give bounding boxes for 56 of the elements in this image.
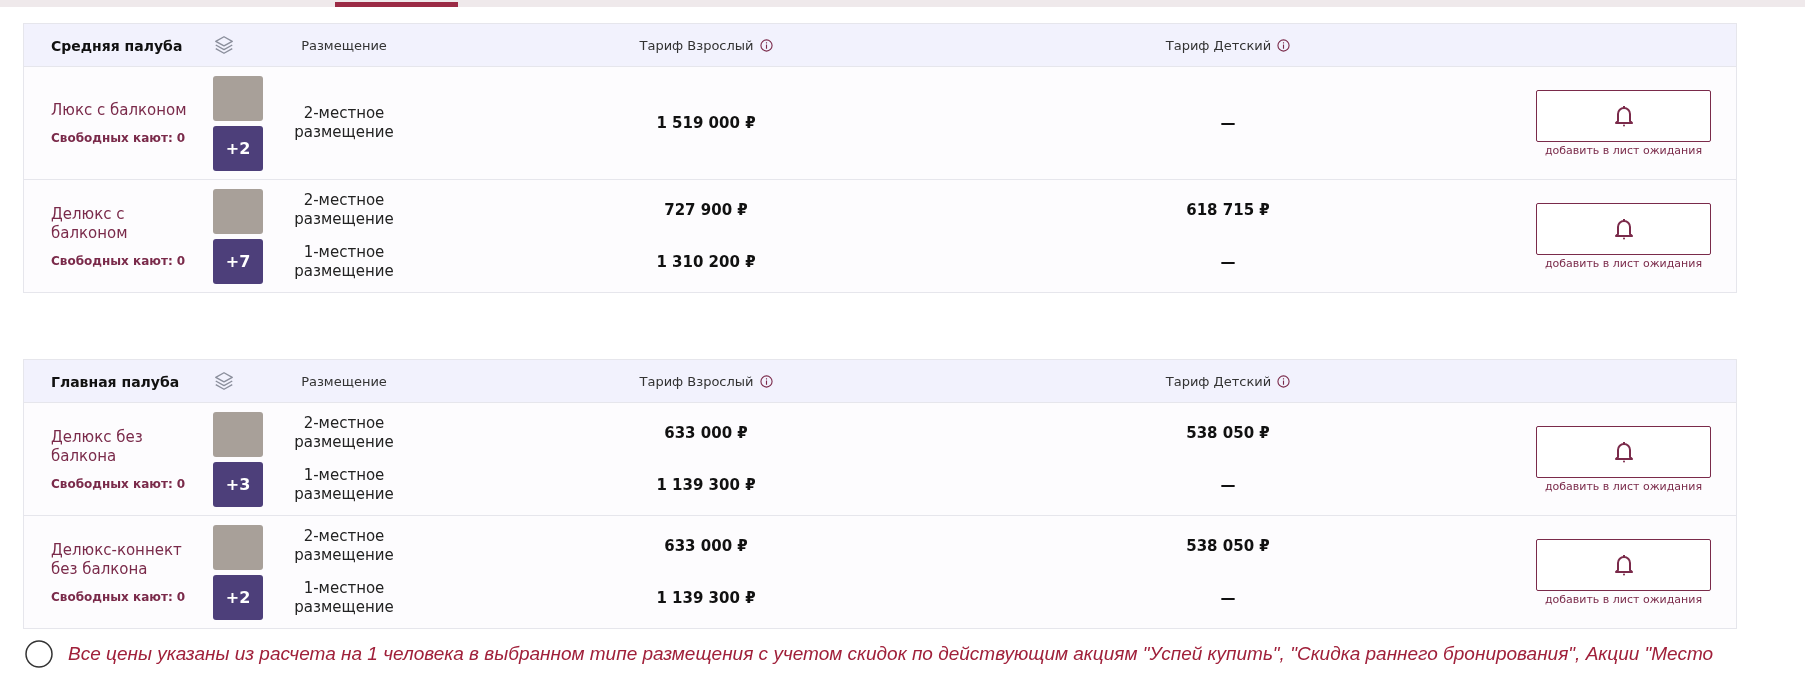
cabin-name-link[interactable]: Делюкс без балкона [51,427,191,467]
column-header: Размещение [301,37,387,53]
more-photos-tile[interactable]: +2 [213,125,263,171]
cabin-name-link[interactable]: Делюкс-коннект без балкона [51,540,191,580]
deck-title: Средняя палуба [51,37,183,54]
placement-text: 2-местное размещение [293,526,395,566]
more-photos-tile[interactable]: +2 [213,574,263,620]
adult-price: 633 000 ₽ [664,424,748,442]
adult-price: 1 139 300 ₽ [656,589,756,607]
child-price: 538 050 ₽ [1186,537,1270,555]
bell-icon [1612,439,1635,464]
child-price: — [1220,589,1236,607]
free-cabins-count: Свободных кают: 0 [51,476,187,491]
adult-price: 727 900 ₽ [664,201,748,219]
bell-icon [1612,216,1635,241]
waitlist-label[interactable]: добавить в лист ожидания [1544,479,1703,493]
placement-text: 1-местное размещение [293,578,395,618]
adult-price: 633 000 ₽ [664,537,748,555]
layers-icon[interactable] [213,370,235,392]
placement-text: 2-местное размещение [293,413,395,453]
more-photos-tile[interactable]: +3 [213,461,263,507]
column-header: Тариф Детский [1165,373,1272,389]
adult-price: 1 519 000 ₽ [656,114,756,132]
free-cabins-count: Свободных кают: 0 [51,253,187,268]
column-header: Тариф Взрослый [639,373,754,389]
waitlist-button[interactable] [1536,202,1711,255]
waitlist-label[interactable]: добавить в лист ожидания [1544,592,1703,606]
placement-text: 1-местное размещение [293,242,395,282]
adult-price: 1 139 300 ₽ [656,476,756,494]
placement-text: 2-местное размещение [293,103,395,143]
column-header: Тариф Детский [1165,37,1272,53]
price-note: Все цены указаны из расчета на 1 человека в выбранном типе размещения с учетом скидок по действующим акциям "Успей купить", "Скидка раннего бронирования", Акции "Место [68,641,1714,666]
child-price: 618 715 ₽ [1186,201,1270,219]
waitlist-button[interactable] [1536,538,1711,591]
child-price: 538 050 ₽ [1186,424,1270,442]
free-cabins-count: Свободных кают: 0 [51,130,187,145]
bell-icon [1612,103,1635,128]
child-price: — [1220,476,1236,494]
more-photos-tile[interactable]: +7 [213,238,263,284]
adult-price: 1 310 200 ₽ [656,253,756,271]
child-price: — [1220,114,1236,132]
placement-text: 1-местное размещение [293,465,395,505]
child-price: — [1220,253,1236,271]
free-cabins-count: Свободных кают: 0 [51,589,187,604]
cabin-name-link[interactable]: Делюкс с балконом [51,204,191,244]
bell-icon [1612,552,1635,577]
waitlist-label[interactable]: добавить в лист ожидания [1544,143,1703,157]
column-header: Размещение [301,373,387,389]
deck-title: Главная палуба [51,373,180,390]
waitlist-button[interactable] [1536,425,1711,478]
cabin-name-link[interactable]: Люкс с балконом [51,101,191,121]
column-header: Тариф Взрослый [639,37,754,53]
waitlist-button[interactable] [1536,89,1711,142]
waitlist-label[interactable]: добавить в лист ожидания [1544,256,1703,270]
layers-icon[interactable] [213,34,235,56]
placement-text: 2-местное размещение [293,190,395,230]
